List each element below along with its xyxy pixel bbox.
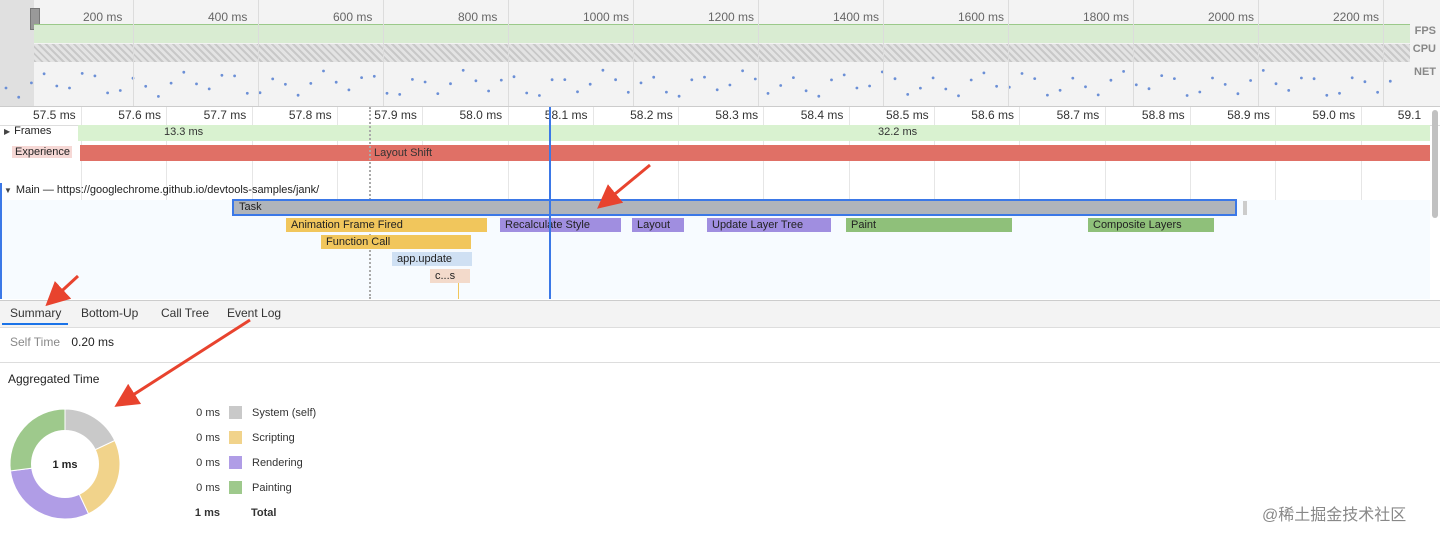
annotation-arrows xyxy=(45,163,651,407)
arrow-to-summary xyxy=(45,274,80,307)
arrow-to-task xyxy=(597,163,651,209)
arrow-to-donut xyxy=(114,318,251,407)
